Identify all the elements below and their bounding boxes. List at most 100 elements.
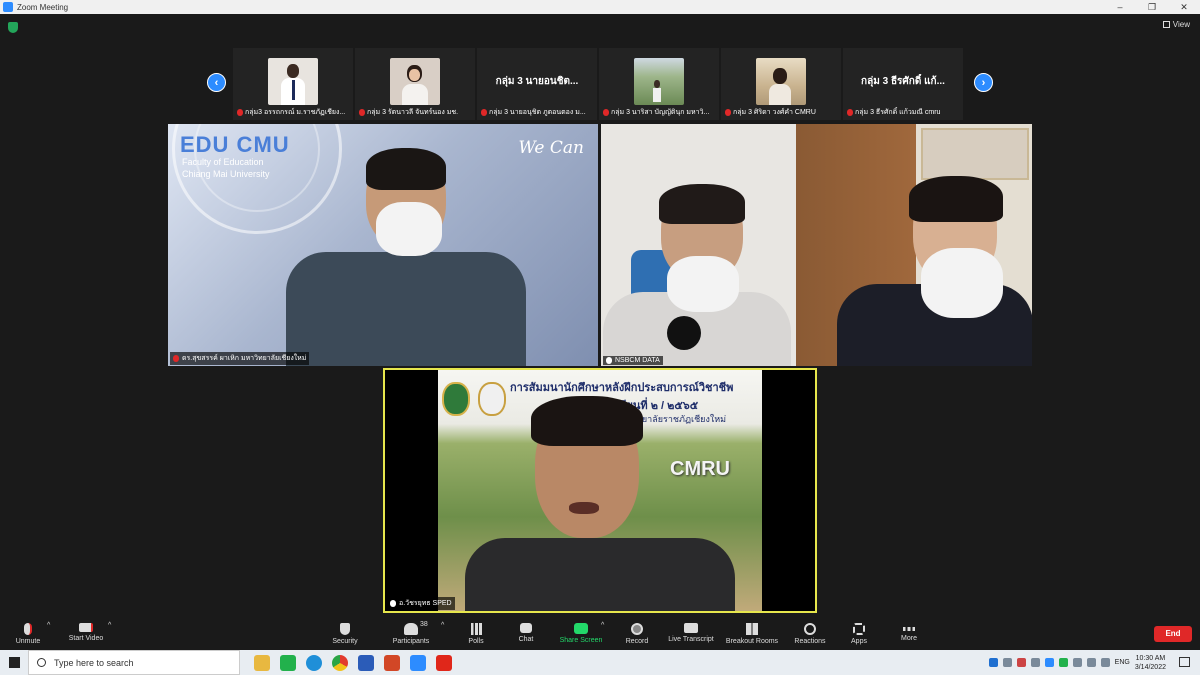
share-screen-label: Share Screen bbox=[559, 637, 603, 644]
clock-time: 10:30 AM bbox=[1135, 654, 1166, 662]
mic-muted-icon bbox=[847, 109, 853, 116]
share-screen-icon bbox=[574, 623, 588, 634]
university-seal-icon bbox=[442, 382, 470, 416]
line-tray-icon[interactable] bbox=[1058, 658, 1068, 667]
faculty-text: Faculty of Education Chiang Mai Universi… bbox=[182, 156, 270, 180]
banner-title: การสัมมนานักศึกษาหลังฝึกประสบการณ์วิชาชี… bbox=[510, 382, 734, 394]
line-app-icon[interactable] bbox=[280, 654, 296, 671]
chat-button[interactable]: Chat bbox=[512, 620, 540, 650]
microphone-icon[interactable] bbox=[1086, 658, 1096, 667]
start-button[interactable] bbox=[0, 650, 28, 675]
window-controls: – ❐ ✕ bbox=[1104, 0, 1200, 14]
participants-icon bbox=[404, 623, 418, 635]
zoom-logo-icon bbox=[3, 2, 13, 12]
mic-muted-icon bbox=[359, 109, 365, 116]
reactions-icon bbox=[804, 623, 816, 635]
restore-button[interactable]: ❐ bbox=[1136, 0, 1168, 14]
thumbnails-next-button[interactable]: › bbox=[974, 73, 993, 92]
more-button[interactable]: More bbox=[897, 620, 921, 650]
participant-thumbnail[interactable]: กลุ่ม3 อรรถกรณ์ ม.ราชภัฏเชียง... bbox=[233, 48, 353, 120]
apps-icon bbox=[853, 623, 865, 635]
volume-icon[interactable] bbox=[1100, 658, 1110, 667]
mic-muted-icon bbox=[237, 109, 243, 116]
word-icon[interactable] bbox=[358, 654, 374, 671]
video-off-icon bbox=[79, 623, 93, 632]
zoom-tray-icon[interactable] bbox=[1044, 658, 1054, 667]
audio-options-caret[interactable]: ^ bbox=[47, 622, 50, 629]
video-tile-speaker1[interactable]: EDU CMU Faculty of Education Chiang Mai … bbox=[168, 124, 598, 366]
polls-button[interactable]: Polls bbox=[462, 620, 490, 650]
mic-muted-icon bbox=[725, 109, 731, 116]
acrobat-icon[interactable] bbox=[436, 654, 452, 671]
taskbar-search-box[interactable]: Type here to search bbox=[28, 650, 240, 675]
minimize-button[interactable]: – bbox=[1104, 0, 1136, 14]
tray-app-icon[interactable] bbox=[1016, 658, 1026, 667]
zoom-app-icon[interactable] bbox=[410, 654, 426, 671]
edu-cmu-logo: EDU CMU bbox=[180, 132, 290, 157]
meeting-stage: View ‹ › กลุ่ม3 อรรถกรณ์ ม.ราชภัฏเชียง..… bbox=[0, 14, 1200, 620]
video-tile-speaker2[interactable]: NSBCM DATA bbox=[601, 124, 1032, 366]
participant-name: กลุ่ม 3 ศิริดา วงศ์คำ CMRU bbox=[733, 109, 816, 116]
participant-thumbnail[interactable]: กลุ่ม 3 ศิริดา วงศ์คำ CMRU bbox=[721, 48, 841, 120]
apps-button[interactable]: Apps bbox=[847, 620, 871, 650]
view-button[interactable]: View bbox=[1162, 20, 1190, 29]
pin-icon bbox=[606, 357, 612, 364]
we-can-logo: We Can bbox=[518, 138, 584, 158]
participant-thumbnail[interactable]: กลุ่ม 3 นายอนชิต... กลุ่ม 3 นายอนุชิต ภู… bbox=[477, 48, 597, 120]
file-explorer-icon[interactable] bbox=[254, 654, 270, 671]
chrome-browser-icon[interactable] bbox=[332, 654, 348, 671]
video-options-caret[interactable]: ^ bbox=[108, 622, 111, 629]
live-transcript-button[interactable]: Live Transcript bbox=[665, 620, 717, 650]
participant-thumbnail[interactable]: กลุ่ม 3 นาริสา บัญญัตินุก มหาวิ... bbox=[599, 48, 719, 120]
share-options-caret[interactable]: ^ bbox=[601, 622, 604, 629]
taskbar-clock[interactable]: 10:30 AM 3/14/2022 bbox=[1135, 654, 1166, 672]
participant-display-name: กลุ่ม 3 นายอนชิต... bbox=[495, 76, 579, 87]
video-tile-active-speaker[interactable]: การสัมมนานักศึกษาหลังฝึกประสบการณ์วิชาชี… bbox=[383, 368, 817, 613]
tray-app-icon[interactable] bbox=[1002, 658, 1012, 667]
polls-icon bbox=[470, 623, 482, 635]
security-shield-icon bbox=[8, 22, 18, 33]
participant-name: กลุ่ม3 อรรถกรณ์ ม.ราชภัฏเชียง... bbox=[245, 109, 346, 116]
network-icon[interactable] bbox=[1072, 658, 1082, 667]
security-label: Security bbox=[332, 638, 358, 645]
speaker1-name: ดร.สุขสรรค์ ผาเหิก มหาวิทยาลัยเชียงใหม่ bbox=[182, 355, 307, 362]
input-language[interactable]: ENG bbox=[1115, 659, 1130, 666]
breakout-rooms-button[interactable]: Breakout Rooms bbox=[723, 620, 781, 650]
tray-app-icon[interactable] bbox=[1030, 658, 1040, 667]
thumbnails-prev-button[interactable]: ‹ bbox=[207, 73, 226, 92]
participant-name: กลุ่ม 3 นายอนุชิต ภูตอนตอง ม... bbox=[489, 109, 586, 116]
mic-muted-icon bbox=[24, 623, 32, 635]
share-screen-button[interactable]: Share Screen bbox=[557, 620, 605, 650]
apps-label: Apps bbox=[851, 638, 867, 645]
powerpoint-icon[interactable] bbox=[384, 654, 400, 671]
edge-browser-icon[interactable] bbox=[306, 654, 322, 671]
participant-display-name: กลุ่ม 3 ธีรศักดิ์ แก้... bbox=[861, 76, 945, 87]
windows-logo-icon bbox=[8, 657, 20, 668]
search-placeholder: Type here to search bbox=[54, 657, 134, 668]
reactions-label: Reactions bbox=[794, 638, 826, 645]
mic-muted-icon bbox=[603, 109, 609, 116]
end-meeting-button[interactable]: End bbox=[1154, 626, 1192, 642]
chat-icon bbox=[520, 623, 532, 633]
record-button[interactable]: Record bbox=[622, 620, 652, 650]
participant-thumbnail[interactable]: กลุ่ม 3 รัตนาวลี จันทร์นอง มช. bbox=[355, 48, 475, 120]
participants-label: Participants bbox=[392, 638, 430, 645]
breakout-rooms-icon bbox=[746, 623, 758, 635]
start-video-button[interactable]: Start Video bbox=[62, 620, 110, 650]
participant-name: กลุ่ม 3 นาริสา บัญญัตินุก มหาวิ... bbox=[611, 109, 710, 116]
record-label: Record bbox=[625, 638, 649, 645]
bluetooth-icon[interactable] bbox=[988, 658, 998, 667]
pin-icon bbox=[390, 600, 396, 607]
reactions-button[interactable]: Reactions bbox=[791, 620, 829, 650]
participant-thumbnail[interactable]: กลุ่ม 3 ธีรศักดิ์ แก้... กลุ่ม 3 ธีรศักด… bbox=[843, 48, 963, 120]
participants-options-caret[interactable]: ^ bbox=[441, 622, 444, 629]
unmute-label: Unmute bbox=[15, 638, 41, 645]
speaker2-name: NSBCM DATA bbox=[615, 357, 660, 364]
close-button[interactable]: ✕ bbox=[1168, 0, 1200, 14]
security-button[interactable]: Security bbox=[325, 620, 365, 650]
unmute-button[interactable]: Unmute bbox=[10, 620, 46, 650]
mic-muted-icon bbox=[481, 109, 487, 116]
participant-video bbox=[634, 58, 684, 105]
notification-center-icon[interactable] bbox=[1179, 657, 1190, 667]
participant-video bbox=[268, 58, 318, 105]
